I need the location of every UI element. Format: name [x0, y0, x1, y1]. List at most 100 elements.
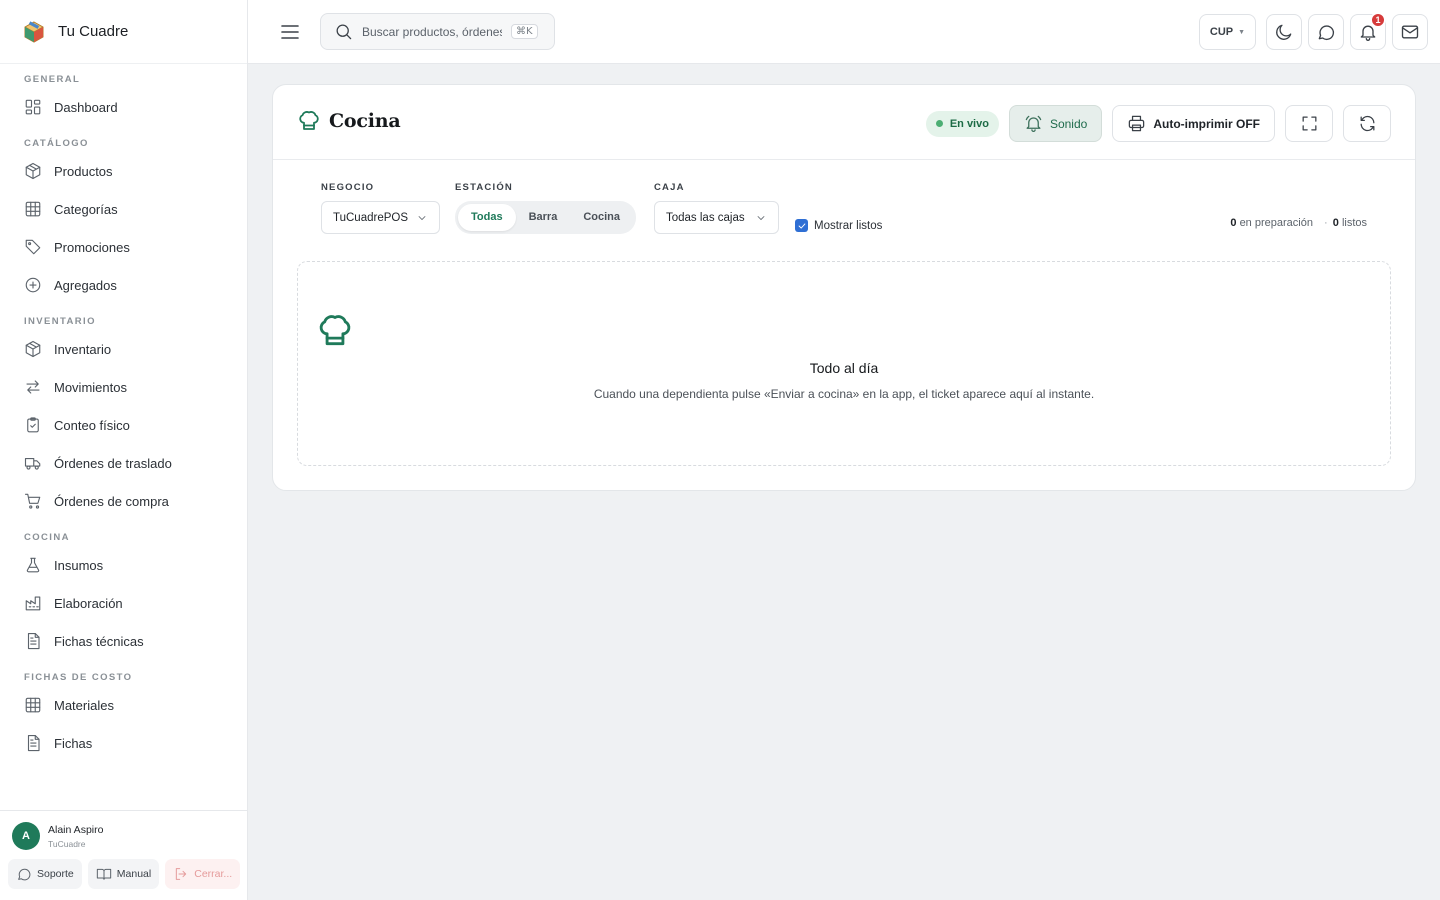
sidebar-item-inventario[interactable]: Inventario [0, 330, 247, 368]
register-filter-label: CAJA [654, 182, 685, 193]
flask-icon [26, 557, 40, 573]
sidebar-item-materiales[interactable]: Materiales [0, 686, 247, 724]
user-org: TuCuadre [48, 838, 86, 849]
truck-icon [24, 457, 41, 470]
sidebar-item-conteo-fisico[interactable]: Conteo físico [0, 406, 247, 444]
search-box[interactable]: ⌘K [320, 13, 555, 50]
printer-icon [1129, 115, 1145, 132]
grid-icon [25, 697, 41, 713]
sidebar-item-productos[interactable]: Productos [0, 152, 247, 190]
sidebar-item-label: Órdenes de traslado [54, 455, 172, 471]
notifications-button[interactable]: 1 [1350, 12, 1386, 50]
box-icon [25, 162, 41, 180]
user-name: Alain Aspiro [48, 823, 104, 836]
sound-toggle-label: Sonido [1049, 116, 1088, 131]
live-status-badge: En vivo [925, 110, 999, 137]
arrows-icon [26, 380, 40, 394]
sidebar-item-elaboracion[interactable]: Elaboración [0, 584, 247, 622]
section-label-catalogo: CATÁLOGO [24, 138, 89, 149]
station-segmented-control: Todas Barra Cocina [455, 201, 637, 234]
logout-button-label: Cerrar... [194, 868, 233, 880]
support-button[interactable]: Soporte [8, 859, 82, 889]
sidebar-item-label: Productos [54, 163, 113, 179]
brand[interactable]: Tu Cuadre [0, 0, 247, 64]
show-ready-label: Mostrar listos [814, 219, 883, 232]
station-filter-label: ESTACIÓN [455, 182, 513, 193]
sidebar-item-movimientos[interactable]: Movimientos [0, 368, 247, 406]
book-open-icon [96, 868, 111, 880]
currency-selector[interactable]: CUP ▼ [1199, 14, 1256, 50]
sidebar-item-label: Categorías [54, 201, 118, 217]
preparing-label: en preparación [1239, 217, 1313, 229]
sidebar-item-label: Materiales [54, 697, 114, 713]
sidebar-nav: GENERAL Dashboard CATÁLOGO Productos Cat… [0, 64, 247, 810]
station-option-barra[interactable]: Barra [516, 204, 571, 231]
ready-count: 0 [1332, 217, 1339, 229]
business-select[interactable]: TuCuadrePOS [321, 201, 440, 234]
sidebar-item-label: Inventario [54, 341, 112, 357]
fullscreen-icon [1302, 116, 1316, 131]
empty-state-title: Todo al día [809, 360, 879, 376]
autoprint-toggle-button[interactable]: Auto-imprimir OFF [1112, 105, 1275, 142]
chevron-down-icon [757, 215, 765, 220]
manual-button[interactable]: Manual [87, 859, 160, 889]
moon-icon [1276, 24, 1292, 40]
chat-button[interactable] [1308, 14, 1344, 50]
fullscreen-button[interactable] [1285, 105, 1333, 142]
menu-toggle-button[interactable] [278, 20, 302, 44]
caret-down-icon: ▼ [1238, 28, 1246, 36]
order-counts: 0 en preparación · 0 listos [1230, 217, 1367, 229]
sidebar-item-label: Insumos [54, 557, 104, 573]
logout-button[interactable]: Cerrar... [165, 859, 241, 889]
sidebar-item-agregados[interactable]: Agregados [0, 266, 247, 304]
show-ready-checkbox[interactable]: Mostrar listos [795, 219, 882, 232]
section-label-inventario: INVENTARIO [24, 316, 96, 327]
register-select[interactable]: Todas las cajas [654, 201, 779, 234]
document-icon [27, 632, 40, 650]
sidebar-item-categorias[interactable]: Categorías [0, 190, 247, 228]
sound-toggle-button[interactable]: Sonido [1008, 105, 1103, 142]
page-title: Cocina [329, 110, 401, 132]
station-option-cocina[interactable]: Cocina [570, 204, 633, 231]
sidebar-item-ordenes-traslado[interactable]: Órdenes de traslado [0, 444, 247, 482]
theme-toggle-button[interactable] [1266, 14, 1302, 50]
filters-bar: NEGOCIO TuCuadrePOS ESTACIÓN Todas Barra… [321, 182, 1367, 242]
search-input[interactable] [362, 24, 502, 39]
messages-button[interactable] [1392, 14, 1428, 50]
ready-label: listos [1341, 217, 1367, 229]
chevron-down-icon [418, 215, 426, 220]
tag-icon [25, 239, 41, 255]
box-icon [25, 340, 41, 358]
sidebar-item-ordenes-compra[interactable]: Órdenes de compra [0, 482, 247, 520]
cart-icon [24, 493, 41, 509]
station-option-todas[interactable]: Todas [458, 204, 516, 231]
sidebar-item-dashboard[interactable]: Dashboard [0, 88, 247, 126]
business-filter: NEGOCIO TuCuadrePOS [321, 182, 440, 234]
brand-name: Tu Cuadre [58, 23, 129, 40]
search-shortcut: ⌘K [511, 24, 538, 39]
topbar: ⌘K CUP ▼ 1 [248, 0, 1440, 64]
sidebar-item-label: Fichas técnicas [54, 633, 144, 649]
checkbox-checked-icon [795, 219, 808, 232]
sidebar-item-insumos[interactable]: Insumos [0, 546, 247, 584]
sidebar-item-label: Fichas [54, 735, 93, 751]
chef-hat-icon [299, 111, 319, 130]
mail-icon [1401, 25, 1419, 39]
sidebar-item-fichas[interactable]: Fichas [0, 724, 247, 762]
refresh-button[interactable] [1343, 105, 1391, 142]
sidebar-item-promociones[interactable]: Promociones [0, 228, 247, 266]
sidebar-item-label: Elaboración [54, 595, 123, 611]
brand-logo-icon [24, 20, 44, 43]
register-filter: CAJA Todas las cajas [654, 182, 779, 234]
document-icon [27, 734, 40, 752]
business-select-value: TuCuadrePOS [333, 211, 408, 224]
refresh-icon [1360, 115, 1374, 132]
empty-state: Todo al día Cuando una dependienta pulse… [297, 261, 1391, 466]
count-separator: · [1324, 217, 1328, 229]
sidebar-item-label: Órdenes de compra [54, 493, 169, 509]
currency-value: CUP [1209, 26, 1234, 38]
sidebar-item-fichas-tecnicas[interactable]: Fichas técnicas [0, 622, 247, 660]
register-select-value: Todas las cajas [666, 211, 745, 224]
chef-hat-icon [319, 315, 351, 346]
user-info[interactable]: A Alain Aspiro TuCuadre [12, 822, 103, 850]
